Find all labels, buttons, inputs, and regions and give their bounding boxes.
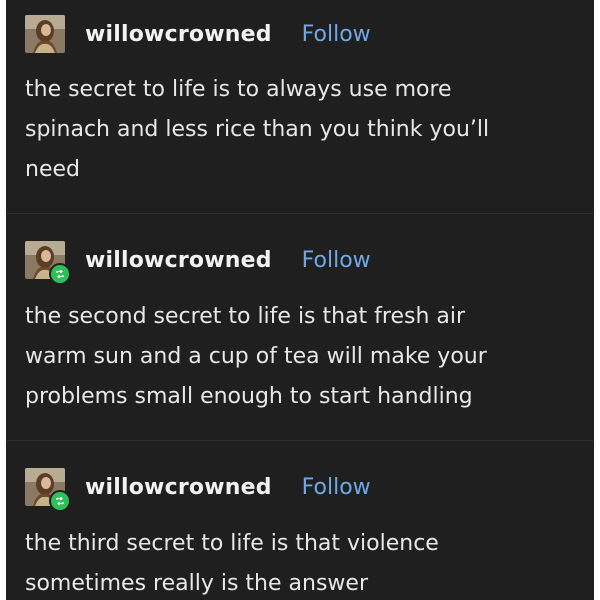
avatar[interactable]: [25, 15, 65, 53]
avatar-portrait-icon: [25, 15, 65, 53]
username[interactable]: willowcrowned: [85, 248, 272, 273]
username[interactable]: willowcrowned: [85, 475, 272, 500]
follow-button[interactable]: Follow: [302, 248, 371, 273]
avatar[interactable]: [25, 241, 71, 285]
post: willowcrowned Follow the second secret t…: [6, 213, 594, 440]
post-text: the secret to life is to always use more…: [25, 77, 490, 182]
post-text: the third secret to life is that violenc…: [25, 531, 439, 596]
reblog-icon: [49, 490, 71, 512]
avatar[interactable]: [25, 468, 71, 512]
follow-button[interactable]: Follow: [302, 22, 371, 47]
post-text: the second secret to life is that fresh …: [25, 304, 487, 409]
post: willowcrowned Follow the third secret to…: [6, 440, 594, 600]
post-header: willowcrowned Follow: [25, 14, 371, 54]
reblog-icon: [49, 263, 71, 285]
post-header: willowcrowned Follow: [25, 240, 371, 285]
follow-button[interactable]: Follow: [302, 475, 371, 500]
post-header: willowcrowned Follow: [25, 467, 371, 512]
username[interactable]: willowcrowned: [85, 22, 272, 47]
post-thread: willowcrowned Follow the secret to life …: [6, 0, 594, 600]
post: willowcrowned Follow the secret to life …: [6, 0, 594, 213]
